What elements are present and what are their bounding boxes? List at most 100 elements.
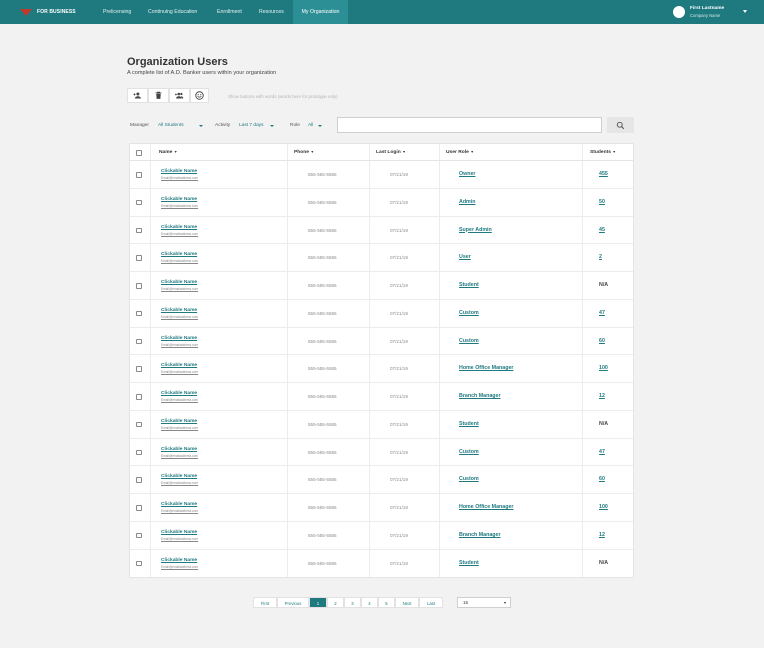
user-name-link[interactable]: Clickable Name [161,474,197,479]
user-role-link[interactable]: Branch Manager [459,532,501,538]
user-role-link[interactable]: Custom [459,310,479,316]
row-checkbox[interactable] [136,560,142,566]
row-checkbox[interactable] [136,477,142,483]
brand[interactable]: FOR BUSINESS [20,7,76,17]
delete-button[interactable] [148,88,169,103]
user-email-link[interactable]: Email@emailaddress.com [161,481,198,485]
assign-button[interactable] [190,88,209,103]
user-email-link[interactable]: Email@emailaddress.com [161,259,198,263]
user-email-link[interactable]: Email@emailaddress.com [161,370,198,374]
user-students-count[interactable]: 455 [599,171,608,177]
activity-filter-select[interactable]: Last 7 days [239,123,264,128]
add-user-button[interactable] [127,88,148,103]
add-group-button[interactable] [169,88,190,103]
user-name-link[interactable]: Clickable Name [161,558,197,563]
user-role-link[interactable]: Home Office Manager [459,365,513,371]
page-size-select[interactable]: 15 [457,597,511,608]
row-checkbox[interactable] [136,255,142,261]
page-5-button[interactable]: 5 [378,597,395,608]
nav-link-enrollment[interactable]: Enrollment [212,0,247,24]
user-role-link[interactable]: Custom [459,338,479,344]
page-4-button[interactable]: 4 [361,597,378,608]
user-students-count[interactable]: 2 [599,254,602,260]
page-1-button[interactable]: 1 [309,597,327,608]
user-role-link[interactable]: Home Office Manager [459,504,513,510]
column-header-name[interactable]: Name ▼ [159,144,177,161]
user-students-count[interactable]: 47 [599,310,605,316]
nav-link-continuing-education[interactable]: Continuing Education [143,0,202,24]
row-checkbox[interactable] [136,532,142,539]
column-header-user-role[interactable]: User Role ▼ [446,144,474,161]
column-header-phone[interactable]: Phone ▼ [294,144,314,161]
user-email-link[interactable]: Email@emailaddress.com [161,565,198,569]
user-role-link[interactable]: Student [459,282,479,288]
user-email-link[interactable]: Email@emailaddress.com [161,398,198,402]
user-name-link[interactable]: Clickable Name [161,252,197,257]
row-checkbox[interactable] [136,421,142,428]
user-name[interactable]: First Lastname [690,6,724,11]
user-students-count[interactable]: 12 [599,393,605,399]
user-name-link[interactable]: Clickable Name [161,447,197,452]
user-role-link[interactable]: User [459,254,471,260]
nav-link-resources[interactable]: Resources [254,0,289,24]
page-2-button[interactable]: 2 [327,597,344,608]
role-chevron-down-icon[interactable] [318,125,322,127]
user-students-count[interactable]: 45 [599,227,605,233]
nav-link-prelicensing[interactable]: Prelicensing [98,0,136,24]
user-name-link[interactable]: Clickable Name [161,502,197,507]
user-students-count[interactable]: 60 [599,338,605,344]
row-checkbox[interactable] [136,366,142,372]
user-email-link[interactable]: Email@emailaddress.com [161,176,198,180]
user-name-link[interactable]: Clickable Name [161,419,197,424]
row-checkbox[interactable] [136,172,142,178]
column-header-students[interactable]: Students ▼ [590,144,616,161]
user-role-link[interactable]: Custom [459,476,479,482]
manager-filter-select[interactable]: All Students [158,123,184,128]
user-email-link[interactable]: Email@emailaddress.com [161,509,198,513]
manager-chevron-down-icon[interactable] [199,125,203,127]
user-name-link[interactable]: Clickable Name [161,280,197,285]
row-checkbox[interactable] [136,283,142,289]
user-name-link[interactable]: Clickable Name [161,169,197,174]
row-checkbox[interactable] [136,199,142,206]
activity-chevron-down-icon[interactable] [270,125,274,127]
search-input[interactable] [337,117,602,133]
user-students-count[interactable]: 12 [599,532,605,538]
row-checkbox[interactable] [136,505,142,511]
row-checkbox[interactable] [136,310,142,317]
user-email-link[interactable]: Email@emailaddress.com [161,454,198,458]
user-students-count[interactable]: 60 [599,476,605,482]
page-next-button[interactable]: Next [395,597,419,608]
user-role-link[interactable]: Branch Manager [459,393,501,399]
page-first-button[interactable]: First [253,597,277,608]
user-students-count[interactable]: 100 [599,365,608,371]
row-checkbox[interactable] [136,338,142,344]
user-role-link[interactable]: Student [459,421,479,427]
user-email-link[interactable]: Email@emailaddress.com [161,315,198,319]
user-name-link[interactable]: Clickable Name [161,391,197,396]
page-previous-button[interactable]: Previous [277,597,309,608]
row-checkbox[interactable] [136,227,142,233]
role-filter-select[interactable]: All [308,123,313,128]
user-name-link[interactable]: Clickable Name [161,308,197,313]
user-email-link[interactable]: Email@emailaddress.com [161,287,198,291]
user-students-count[interactable]: 50 [599,199,605,205]
user-name-link[interactable]: Clickable Name [161,225,197,230]
search-button[interactable] [607,117,634,133]
user-role-link[interactable]: Super Admin [459,227,492,233]
user-name-link[interactable]: Clickable Name [161,336,197,341]
user-email-link[interactable]: Email@emailaddress.com [161,343,198,347]
user-students-count[interactable]: 47 [599,449,605,455]
user-email-link[interactable]: Email@emailaddress.com [161,232,198,236]
page-3-button[interactable]: 3 [344,597,361,608]
row-checkbox[interactable] [136,394,142,400]
user-role-link[interactable]: Student [459,560,479,566]
select-all-checkbox[interactable] [136,150,142,156]
user-name-link[interactable]: Clickable Name [161,530,197,535]
nav-link-my-organization[interactable]: My Organization [293,0,348,24]
user-name-link[interactable]: Clickable Name [161,197,197,202]
user-students-count[interactable]: 100 [599,504,608,510]
user-menu-chevron-down-icon[interactable] [743,10,747,13]
row-checkbox[interactable] [136,449,142,455]
user-role-link[interactable]: Owner [459,171,475,177]
